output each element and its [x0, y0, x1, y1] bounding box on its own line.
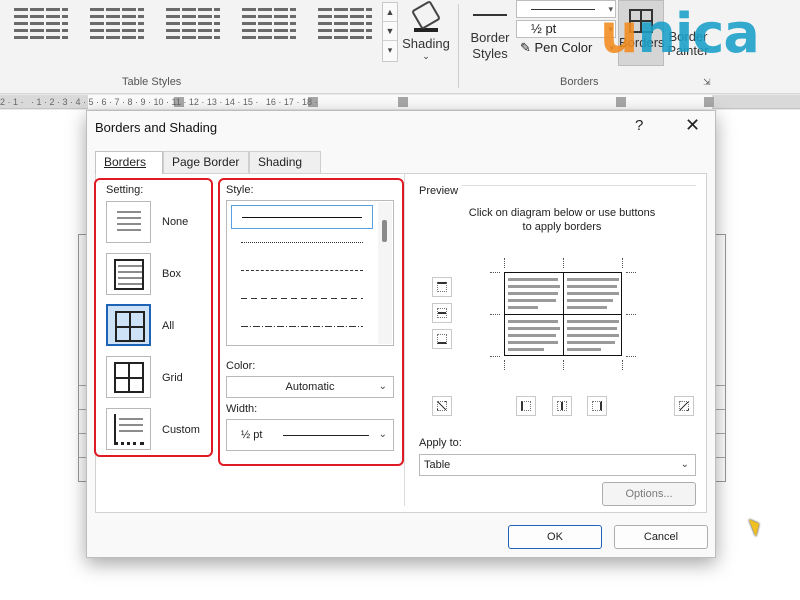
- setting-box-label[interactable]: Box: [162, 268, 181, 280]
- tab-page-border[interactable]: Page Border: [163, 151, 249, 174]
- close-icon[interactable]: ✕: [685, 115, 700, 136]
- dialog-title: Borders and Shading: [95, 120, 218, 135]
- pen-weight-value: ½ pt: [531, 21, 557, 36]
- color-value: Automatic: [285, 381, 335, 393]
- border-styles-label: Border Styles: [470, 30, 510, 61]
- scrollbar-thumb[interactable]: [382, 220, 387, 242]
- unica-logo: unica: [600, 2, 760, 65]
- options-button[interactable]: Options...: [602, 482, 696, 506]
- scroll-up-icon[interactable]: ▲: [383, 3, 397, 22]
- line-style-dash-dot[interactable]: [231, 315, 373, 339]
- help-icon[interactable]: ?: [635, 117, 643, 134]
- table-style-thumb-1[interactable]: [10, 4, 72, 52]
- ok-button[interactable]: OK: [508, 525, 602, 549]
- setting-custom-label[interactable]: Custom: [162, 424, 200, 436]
- setting-custom-icon[interactable]: [106, 408, 151, 450]
- table-style-thumb-2[interactable]: [86, 4, 148, 52]
- table-style-thumb-5[interactable]: [314, 4, 376, 52]
- table-styles-group-label: Table Styles: [122, 76, 182, 88]
- right-border-button[interactable]: [587, 396, 607, 416]
- scroll-down-icon[interactable]: ▼: [383, 22, 397, 41]
- pen-color-label: Pen Color: [534, 40, 593, 55]
- chevron-down-icon: ⌄: [680, 459, 689, 470]
- borders-group-label: Borders: [560, 76, 599, 88]
- preview-label: Preview: [419, 185, 459, 197]
- setting-label: Setting:: [106, 184, 144, 196]
- cancel-button[interactable]: Cancel: [614, 525, 708, 549]
- shading-label: Shading: [402, 36, 450, 51]
- diagonal-down-border-button[interactable]: [432, 396, 452, 416]
- diagonal-up-border-button[interactable]: [674, 396, 694, 416]
- color-dropdown[interactable]: Automatic ⌄: [226, 376, 394, 398]
- left-border-icon: [521, 401, 531, 411]
- inside-vertical-border-button[interactable]: [552, 396, 572, 416]
- line-style-dashed-small[interactable]: [231, 259, 373, 283]
- style-label: Style:: [226, 184, 254, 196]
- horizontal-ruler[interactable]: 2 · 1 · · 1 · 2 · 3 · 4 · 5 · 6 · 7 · 8 …: [0, 95, 800, 109]
- diagonal-down-icon: [679, 401, 689, 411]
- preview-divider: [404, 174, 405, 506]
- dialog-launcher-icon[interactable]: ⇲: [703, 77, 711, 88]
- setting-grid-label[interactable]: Grid: [162, 372, 183, 384]
- chevron-down-icon: ⌄: [378, 429, 387, 440]
- apply-to-label: Apply to:: [419, 437, 462, 449]
- group-divider: [458, 4, 459, 88]
- left-border-button[interactable]: [516, 396, 536, 416]
- table-styles-scroller[interactable]: ▲ ▼ ▾: [382, 2, 398, 62]
- paint-bucket-icon: [410, 0, 442, 31]
- bottom-border-button[interactable]: [432, 329, 452, 349]
- setting-none-icon[interactable]: [106, 201, 151, 243]
- border-styles-button[interactable]: Border Styles: [466, 4, 514, 62]
- line-style-solid[interactable]: [231, 205, 373, 229]
- setting-box-icon[interactable]: [106, 253, 151, 295]
- top-border-icon: [437, 282, 447, 292]
- setting-grid-icon[interactable]: [106, 356, 151, 398]
- preview-instructions: Click on diagram below or use buttons to…: [468, 207, 656, 233]
- width-value: ½ pt: [241, 429, 263, 441]
- inside-horizontal-border-button[interactable]: [432, 303, 452, 323]
- border-line-icon: [473, 14, 507, 16]
- top-border-button[interactable]: [432, 277, 452, 297]
- chevron-down-icon: ⌄: [378, 381, 387, 392]
- width-label: Width:: [226, 403, 258, 415]
- right-border-icon: [592, 401, 602, 411]
- pen-icon: ✎: [520, 40, 535, 55]
- shading-button[interactable]: Shading ⌄: [400, 0, 452, 66]
- inside-vertical-border-icon: [557, 401, 567, 411]
- diagonal-up-icon: [437, 401, 447, 411]
- bottom-border-icon: [437, 334, 447, 344]
- setting-all-label[interactable]: All: [162, 320, 174, 332]
- table-style-thumb-3[interactable]: [162, 4, 224, 52]
- ribbon: ▲ ▼ ▾ Shading ⌄ Border Styles ▾ ½ pt ▾ ✎ …: [0, 0, 800, 94]
- line-style-list[interactable]: [226, 200, 394, 346]
- color-label: Color:: [226, 360, 256, 372]
- table-style-thumb-4[interactable]: [238, 4, 300, 52]
- setting-none-label[interactable]: None: [162, 216, 188, 228]
- width-dropdown[interactable]: ½ pt ⌄: [226, 419, 394, 451]
- tab-borders[interactable]: Borders: [95, 151, 163, 174]
- chevron-down-icon: ⌄: [422, 51, 430, 61]
- ruler-numbers: 2 · 1 · · 1 · 2 · 3 · 4 · 5 · 6 · 7 · 8 …: [0, 97, 318, 107]
- apply-to-dropdown[interactable]: Table ⌄: [419, 454, 696, 476]
- setting-all-icon[interactable]: [106, 304, 151, 346]
- tab-shading[interactable]: Shading: [249, 151, 321, 174]
- style-list-scrollbar[interactable]: [378, 202, 392, 344]
- line-style-dashed[interactable]: [231, 287, 373, 311]
- inside-horizontal-border-icon: [437, 308, 447, 318]
- more-styles-icon[interactable]: ▾: [383, 41, 397, 60]
- line-style-dotted[interactable]: [231, 231, 373, 255]
- apply-to-value: Table: [424, 459, 451, 471]
